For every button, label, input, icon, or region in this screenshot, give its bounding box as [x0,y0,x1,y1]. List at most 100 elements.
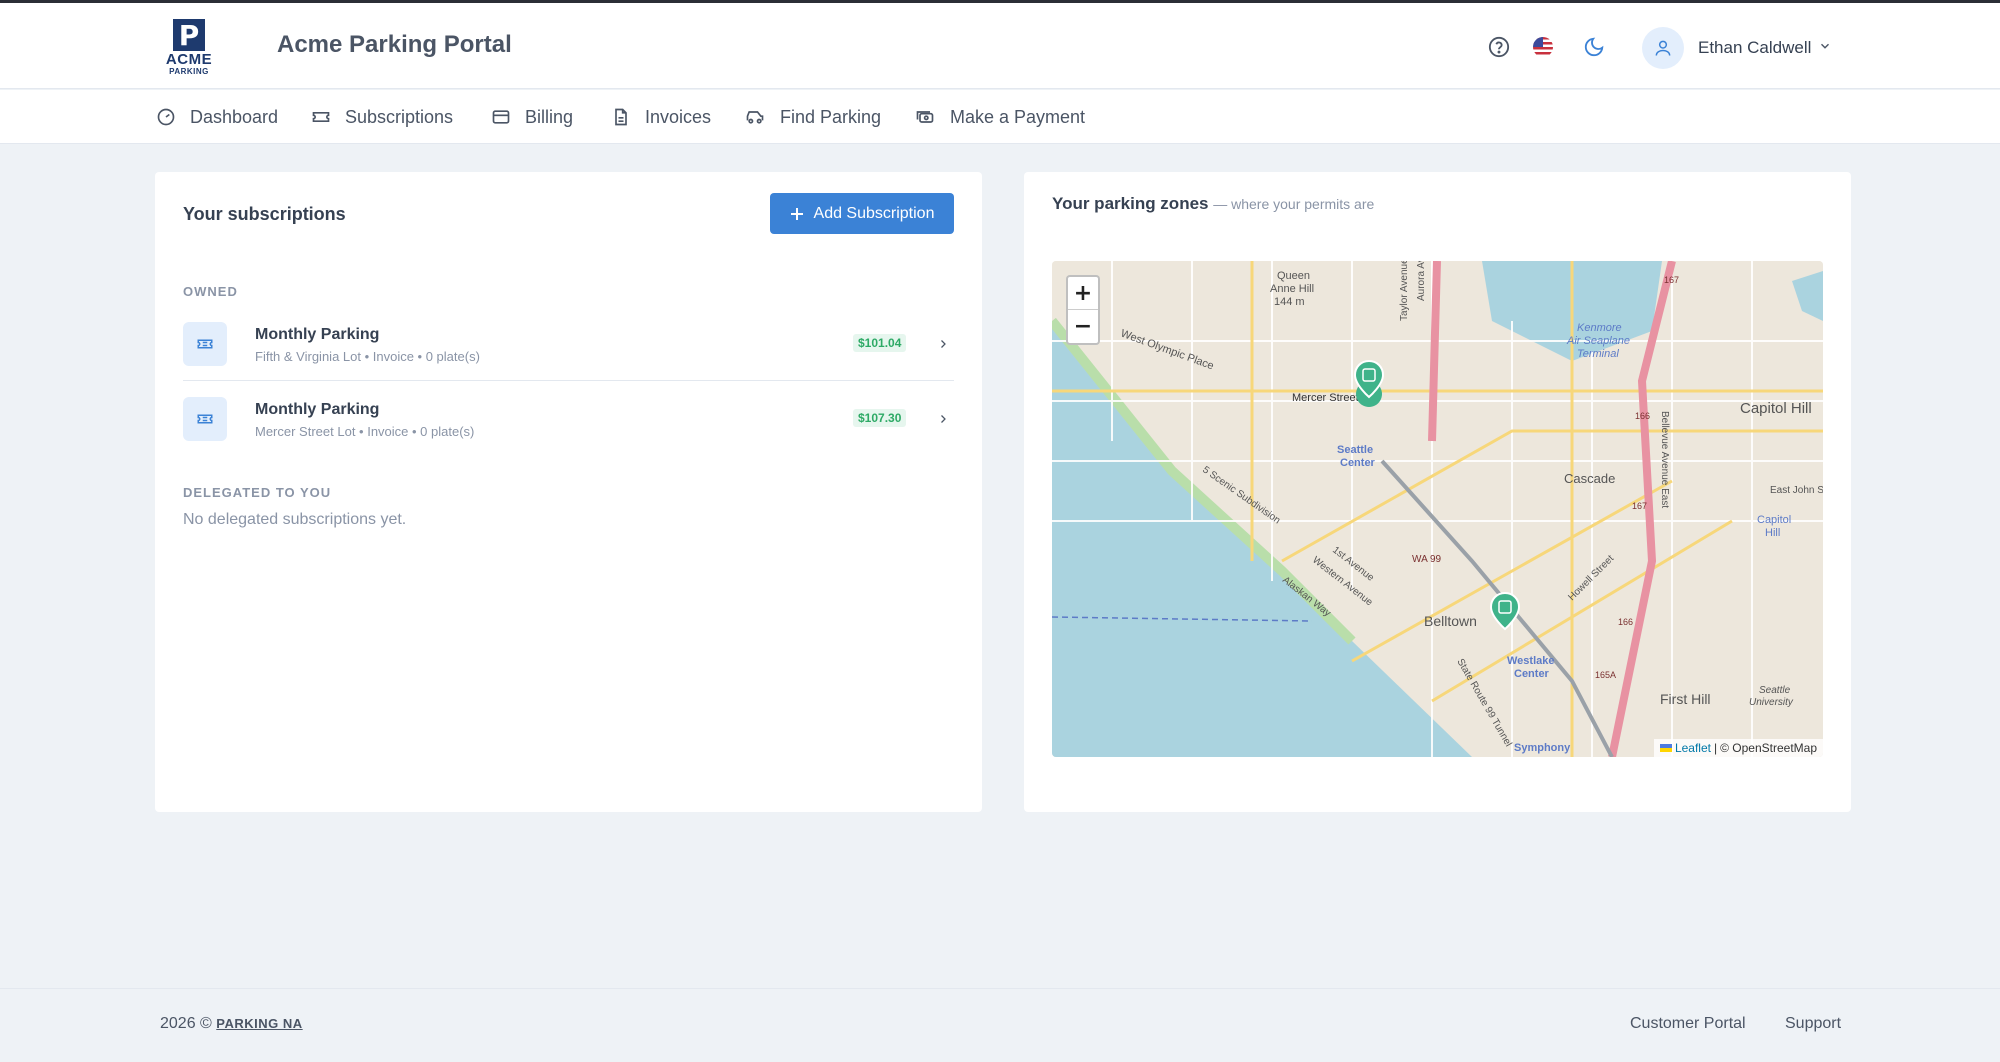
subscriptions-title: Your subscriptions [183,204,346,224]
zone-marker-1[interactable] [1353,359,1385,407]
zones-subtitle: — where your permits are [1213,196,1375,212]
acme-parking-logo[interactable]: P ACME PARKING [164,19,214,77]
svg-text:Seattle: Seattle [1759,685,1791,696]
map-zoom-control: + − [1066,275,1100,345]
map-attribution: Leaflet | © OpenStreetMap [1653,739,1823,757]
help-circle-icon[interactable] [1485,33,1513,61]
nav-label: Invoices [645,106,712,127]
svg-text:Hill: Hill [1765,527,1780,539]
osm-attribution[interactable]: © OpenStreetMap [1720,741,1817,755]
svg-text:Capitol: Capitol [1757,514,1791,526]
subscription-row[interactable]: Monthly Parking Mercer Street Lot • Invo… [183,382,954,456]
svg-text:Belltown: Belltown [1424,613,1477,629]
svg-text:Aurora Ave: Aurora Ave [1416,261,1427,301]
delegated-empty-text: No delegated subscriptions yet. [183,511,407,528]
parking-zones-map[interactable]: Queen Anne Hill 144 m West Olympic Place M… [1052,261,1823,757]
svg-text:Mercer Street: Mercer Street [1292,392,1359,404]
svg-text:WA 99: WA 99 [1412,554,1442,565]
price-badge: $101.04 [853,334,907,352]
copyright-text: 2026 © [160,1015,212,1032]
nav-subscriptions[interactable]: Subscriptions [311,104,453,130]
svg-text:Seattle: Seattle [1337,444,1373,456]
svg-text:Cascade: Cascade [1564,471,1615,486]
nav-label: Subscriptions [345,106,454,127]
nav-label: Dashboard [190,106,279,127]
user-name[interactable]: Ethan Caldwell [1698,38,1811,58]
file-icon [615,108,627,126]
parking-zones-card: Your parking zones — where your permits … [1024,172,1851,812]
delegated-section-label: DELEGATED TO YOU [183,485,332,500]
main-nav: Dashboard Subscriptions Billing Invoices… [0,90,2000,144]
subscription-meta: Mercer Street Lot • Invoice • 0 plate(s) [255,424,475,439]
nav-label: Billing [525,106,574,127]
support-link[interactable]: Support [1785,1015,1841,1033]
svg-text:Air Seaplane: Air Seaplane [1566,335,1630,347]
svg-text:University: University [1749,697,1794,708]
svg-text:Center: Center [1514,668,1550,680]
chevron-right-icon [937,412,949,431]
logo-line1: ACME [165,51,213,68]
avatar[interactable] [1642,27,1684,69]
footer: 2026 © PARKING NA Customer Portal Suppor… [0,988,2000,1062]
cash-icon [916,111,934,123]
nav-find-parking[interactable]: Find Parking [744,104,881,130]
nav-make-a-payment[interactable]: Make a Payment [914,104,1085,130]
copyright: 2026 © PARKING NA [160,1015,303,1033]
svg-text:Center: Center [1340,457,1376,469]
svg-text:East John St: East John St [1770,485,1823,496]
svg-text:Queen: Queen [1277,270,1310,282]
svg-text:166: 166 [1618,617,1633,627]
map-tiles[interactable]: QueenAnne Hill144 m West Olympic Place M… [1052,261,1823,757]
svg-text:Bellevue Avenue East: Bellevue Avenue East [1659,411,1670,508]
ticket-icon [183,322,227,366]
dashboard-icon [157,108,175,126]
subscription-meta: Fifth & Virginia Lot • Invoice • 0 plate… [255,349,480,364]
plus-icon [790,207,803,220]
us-flag-icon[interactable] [1529,33,1557,61]
zoom-in-button[interactable]: + [1068,277,1098,310]
nav-label: Make a Payment [950,106,1086,127]
svg-text:165A: 165A [1595,670,1616,680]
subscription-row[interactable]: Monthly Parking Fifth & Virginia Lot • I… [183,307,954,381]
zoom-out-button[interactable]: − [1068,310,1098,343]
svg-text:Capitol Hill: Capitol Hill [1740,400,1812,417]
svg-text:167: 167 [1632,501,1647,511]
svg-text:Terminal: Terminal [1577,348,1619,360]
logo-line2: PARKING [169,67,209,76]
add-subscription-label: Add Subscription [813,204,935,222]
nav-billing[interactable]: Billing [491,104,573,130]
top-header: P ACME PARKING Acme Parking Portal Ethan… [0,3,2000,89]
zones-title-text: Your parking zones [1052,194,1209,213]
add-subscription-button[interactable]: Add Subscription [770,193,954,234]
svg-text:Kenmore: Kenmore [1577,322,1622,334]
moon-icon[interactable] [1580,33,1608,61]
price-badge: $107.30 [853,409,907,427]
svg-text:Taylor Avenue: Taylor Avenue [1399,261,1410,321]
svg-text:166: 166 [1635,411,1650,421]
customer-portal-link[interactable]: Customer Portal [1630,1015,1746,1033]
svg-text:144 m: 144 m [1274,296,1305,308]
svg-text:167: 167 [1664,275,1679,285]
leaflet-link[interactable]: Leaflet [1675,741,1711,755]
parking-na-link[interactable]: PARKING NA [216,1016,302,1031]
svg-text:Symphony: Symphony [1514,742,1571,754]
svg-text:Anne Hill: Anne Hill [1270,283,1314,295]
svg-text:First Hill: First Hill [1660,691,1711,707]
subscription-name: Monthly Parking [255,326,380,343]
logo-p-mark: P [173,19,205,52]
nav-invoices[interactable]: Invoices [611,104,711,130]
nav-dashboard[interactable]: Dashboard [156,104,278,130]
credit-card-icon [492,110,510,124]
app-title: Acme Parking Portal [277,31,512,58]
chevron-right-icon [937,337,949,356]
attribution-separator: | [1713,741,1718,755]
chevron-down-icon[interactable] [1818,39,1832,58]
subscription-name: Monthly Parking [255,401,380,418]
ukraine-flag-icon [1659,744,1672,752]
nav-label: Find Parking [780,106,882,127]
owned-section-label: OWNED [183,284,238,299]
ticket-icon [312,112,330,122]
svg-text:Westlake: Westlake [1507,655,1555,667]
car-icon [746,111,764,124]
ticket-icon [183,397,227,441]
